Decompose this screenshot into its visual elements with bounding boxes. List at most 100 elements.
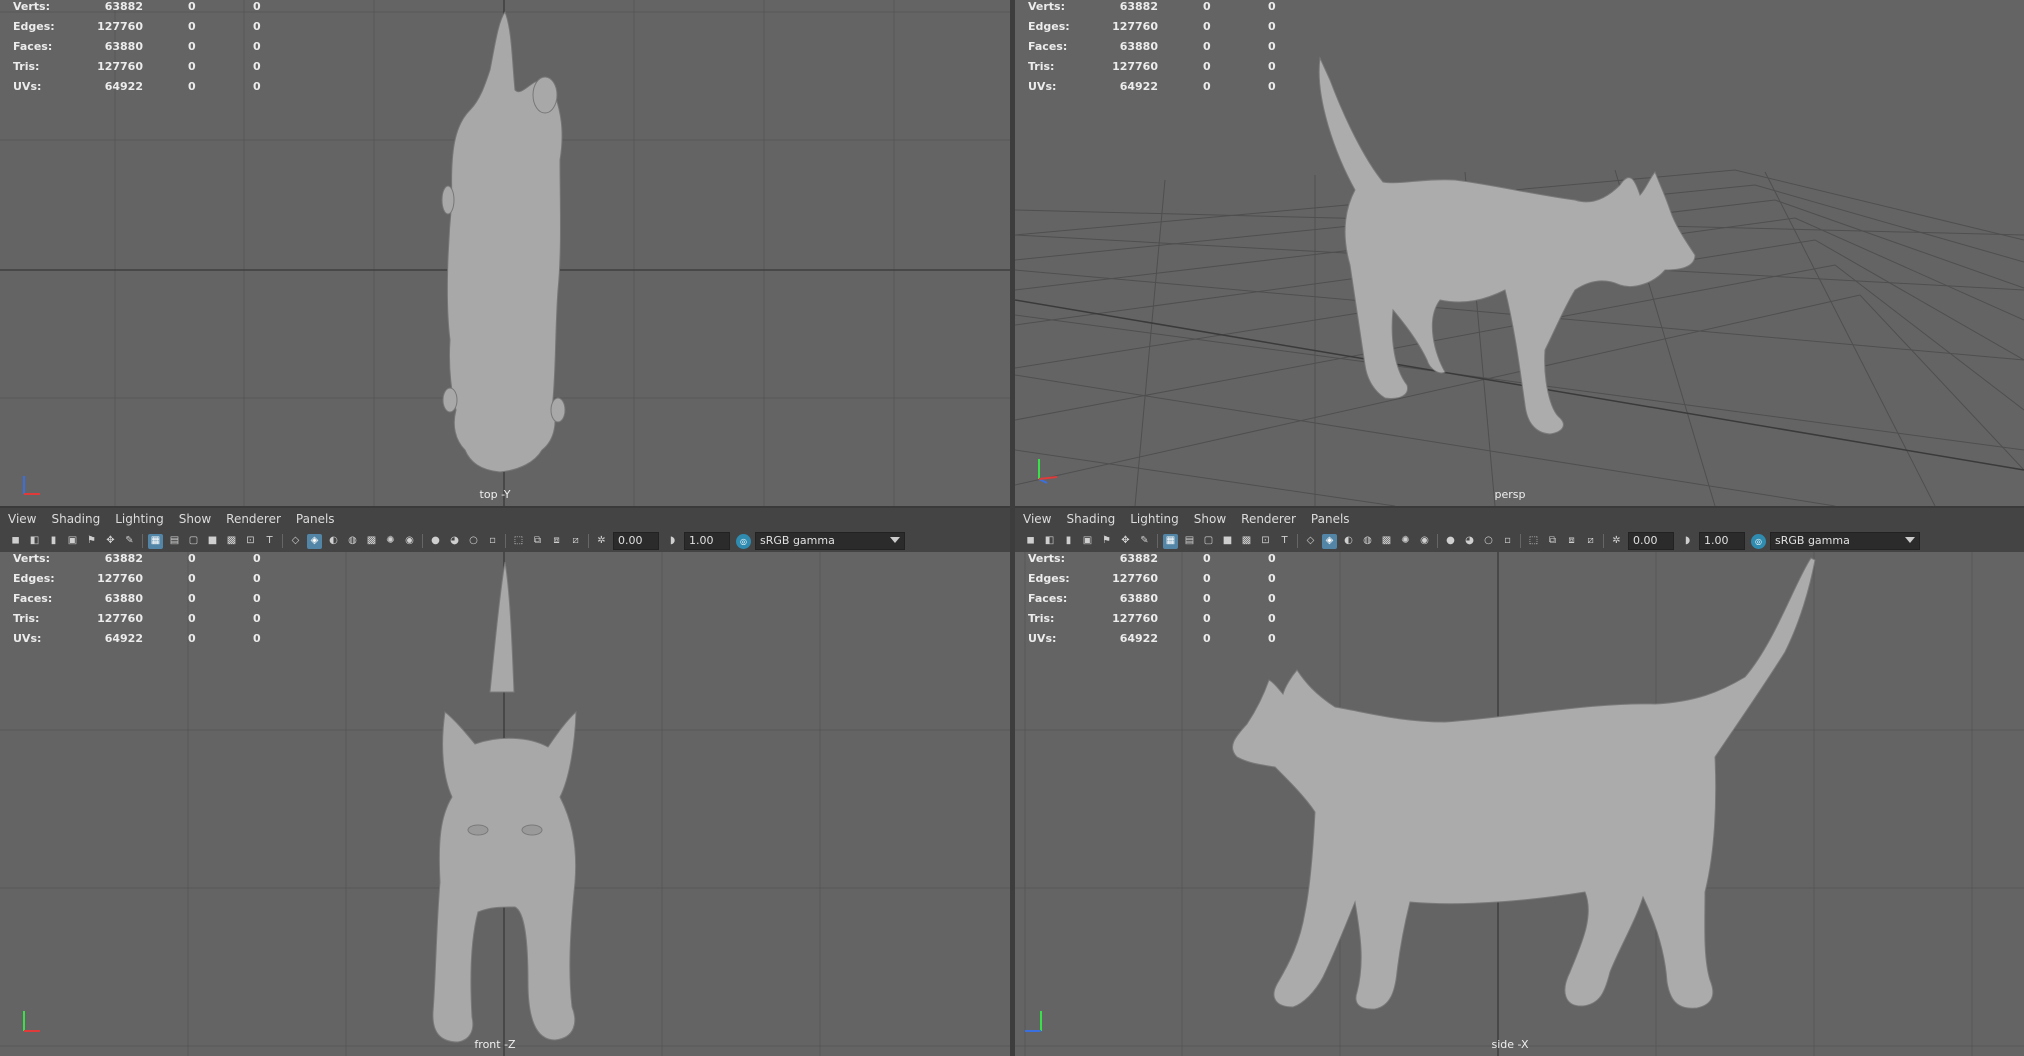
field-chart-icon[interactable]: ▩ [224, 534, 239, 549]
exposure-field[interactable]: 0.00 [613, 532, 659, 550]
view-transform-dropdown[interactable]: sRGB gamma [1770, 532, 1920, 550]
color-management-icon[interactable]: ◎ [736, 533, 751, 549]
menu-view[interactable]: View [1023, 512, 1051, 526]
menu-show[interactable]: Show [1194, 512, 1226, 526]
camera-icon[interactable]: ◼ [8, 534, 23, 549]
xray-joints-icon[interactable]: ⧉ [1545, 534, 1560, 549]
menu-show[interactable]: Show [179, 512, 211, 526]
xray-active-icon[interactable]: ⧈ [549, 534, 564, 549]
exposure-icon[interactable]: ✲ [1609, 534, 1624, 549]
smooth-shade-icon[interactable]: ◈ [1322, 533, 1337, 549]
menu-panels[interactable]: Panels [1311, 512, 1350, 526]
xray-icon[interactable]: ◍ [345, 534, 360, 549]
safe-title-icon[interactable]: T [262, 534, 277, 549]
2d-pan-zoom-icon[interactable]: ✥ [103, 534, 118, 549]
panel-toolbar-side: View Shading Lighting Show Renderer Pane… [1015, 508, 2024, 552]
camera-icon[interactable]: ◼ [1023, 534, 1038, 549]
depth-of-field-icon[interactable]: ▫ [485, 534, 500, 549]
menu-shading[interactable]: Shading [1066, 512, 1115, 526]
viewport-side[interactable]: Verts: 63882 0 0 Edges: 127760 0 0 Faces: 63880… [1015, 552, 2024, 1056]
menu-renderer[interactable]: Renderer [226, 512, 281, 526]
motion-blur-icon[interactable]: ◕ [447, 534, 462, 549]
textured-icon[interactable]: ▩ [1379, 534, 1394, 549]
wireframe-icon[interactable]: ◇ [1303, 534, 1318, 549]
hud-row-faces: Faces: 63880 0 0 [1028, 40, 1276, 53]
gate-mask-icon[interactable]: ■ [1220, 534, 1235, 549]
separator [1297, 534, 1298, 548]
anti-aliasing-icon[interactable]: ○ [466, 534, 481, 549]
lights-icon[interactable]: ✺ [1398, 534, 1413, 549]
shadows-icon[interactable]: ◉ [1417, 534, 1432, 549]
pin-icon[interactable]: ⚑ [84, 534, 99, 549]
wireframe-on-shaded-icon[interactable]: ◐ [326, 534, 341, 549]
camera-label: top -Y [479, 488, 511, 501]
field-chart-icon[interactable]: ▩ [1239, 534, 1254, 549]
depth-of-field-icon[interactable]: ▫ [1500, 534, 1515, 549]
xray-active-icon[interactable]: ⧈ [1564, 534, 1579, 549]
viewport-front[interactable]: Verts: 63882 0 0 Edges: 127760 0 0 Faces: 63880… [0, 552, 1010, 1056]
menu-lighting[interactable]: Lighting [1130, 512, 1179, 526]
hud-row-edges: Edges: 127760 0 0 [13, 572, 261, 585]
gamma-icon[interactable]: ◗ [1680, 534, 1695, 549]
viewport-persp[interactable]: Verts: 63882 0 0 Edges: 127760 0 0 Faces: 63880… [1015, 0, 2024, 506]
resolution-gate-icon[interactable]: ▢ [1201, 534, 1216, 549]
textured-icon[interactable]: ▩ [364, 534, 379, 549]
safe-action-icon[interactable]: ⊡ [1258, 534, 1273, 549]
menu-renderer[interactable]: Renderer [1241, 512, 1296, 526]
grease-pencil-icon[interactable]: ✎ [1137, 534, 1152, 549]
bookmark-icon[interactable]: ▮ [46, 534, 61, 549]
hud-row-tris: Tris: 127760 0 0 [1028, 60, 1276, 73]
lights-icon[interactable]: ✺ [383, 534, 398, 549]
separator [282, 534, 283, 548]
image-plane-icon[interactable]: ▣ [65, 534, 80, 549]
shadows-icon[interactable]: ◉ [402, 534, 417, 549]
hud-row-tris: Tris: 127760 0 0 [13, 612, 261, 625]
menu-panels[interactable]: Panels [296, 512, 335, 526]
anti-aliasing-icon[interactable]: ○ [1481, 534, 1496, 549]
pin-icon[interactable]: ⚑ [1099, 534, 1114, 549]
motion-blur-icon[interactable]: ◕ [1462, 534, 1477, 549]
view-transform-value: sRGB gamma [1775, 534, 1850, 547]
backface-culling-icon[interactable]: ⧄ [1583, 534, 1598, 549]
menu-view[interactable]: View [8, 512, 36, 526]
viewport-top[interactable]: Verts: 63882 0 0 Edges: 127760 0 0 Faces: 63880… [0, 0, 1010, 506]
ambient-occlusion-icon[interactable]: ● [428, 534, 443, 549]
exposure-icon[interactable]: ✲ [594, 534, 609, 549]
gamma-icon[interactable]: ◗ [665, 534, 680, 549]
wireframe-icon[interactable]: ◇ [288, 534, 303, 549]
menu-shading[interactable]: Shading [51, 512, 100, 526]
camera-attributes-icon[interactable]: ◧ [27, 534, 42, 549]
smooth-shade-icon[interactable]: ◈ [307, 533, 322, 549]
menu-lighting[interactable]: Lighting [115, 512, 164, 526]
grease-pencil-icon[interactable]: ✎ [122, 534, 137, 549]
ambient-occlusion-icon[interactable]: ● [1443, 534, 1458, 549]
hud-row-faces: Faces: 63880 0 0 [13, 592, 261, 605]
hud-row-tris: Tris: 127760 0 0 [1028, 612, 1276, 625]
grid-toggle-icon[interactable]: ▦ [1163, 533, 1178, 549]
isolate-select-icon[interactable]: ⬚ [511, 534, 526, 549]
gate-mask-icon[interactable]: ■ [205, 534, 220, 549]
film-gate-icon[interactable]: ▤ [1182, 534, 1197, 549]
2d-pan-zoom-icon[interactable]: ✥ [1118, 534, 1133, 549]
camera-attributes-icon[interactable]: ◧ [1042, 534, 1057, 549]
safe-title-icon[interactable]: T [1277, 534, 1292, 549]
resolution-gate-icon[interactable]: ▢ [186, 534, 201, 549]
gamma-field[interactable]: 1.00 [1699, 532, 1745, 550]
separator [422, 534, 423, 548]
xray-icon[interactable]: ◍ [1360, 534, 1375, 549]
view-transform-dropdown[interactable]: sRGB gamma [755, 532, 905, 550]
image-plane-icon[interactable]: ▣ [1080, 534, 1095, 549]
gamma-field[interactable]: 1.00 [684, 532, 730, 550]
exposure-field[interactable]: 0.00 [1628, 532, 1674, 550]
film-gate-icon[interactable]: ▤ [167, 534, 182, 549]
isolate-select-icon[interactable]: ⬚ [1526, 534, 1541, 549]
backface-culling-icon[interactable]: ⧄ [568, 534, 583, 549]
hud-row-uvs: UVs: 64922 0 0 [1028, 80, 1276, 93]
xray-joints-icon[interactable]: ⧉ [530, 534, 545, 549]
grid-toggle-icon[interactable]: ▦ [148, 533, 163, 549]
panel-divider-vertical[interactable] [1010, 0, 1015, 1056]
color-management-icon[interactable]: ◎ [1751, 533, 1766, 549]
safe-action-icon[interactable]: ⊡ [243, 534, 258, 549]
wireframe-on-shaded-icon[interactable]: ◐ [1341, 534, 1356, 549]
bookmark-icon[interactable]: ▮ [1061, 534, 1076, 549]
